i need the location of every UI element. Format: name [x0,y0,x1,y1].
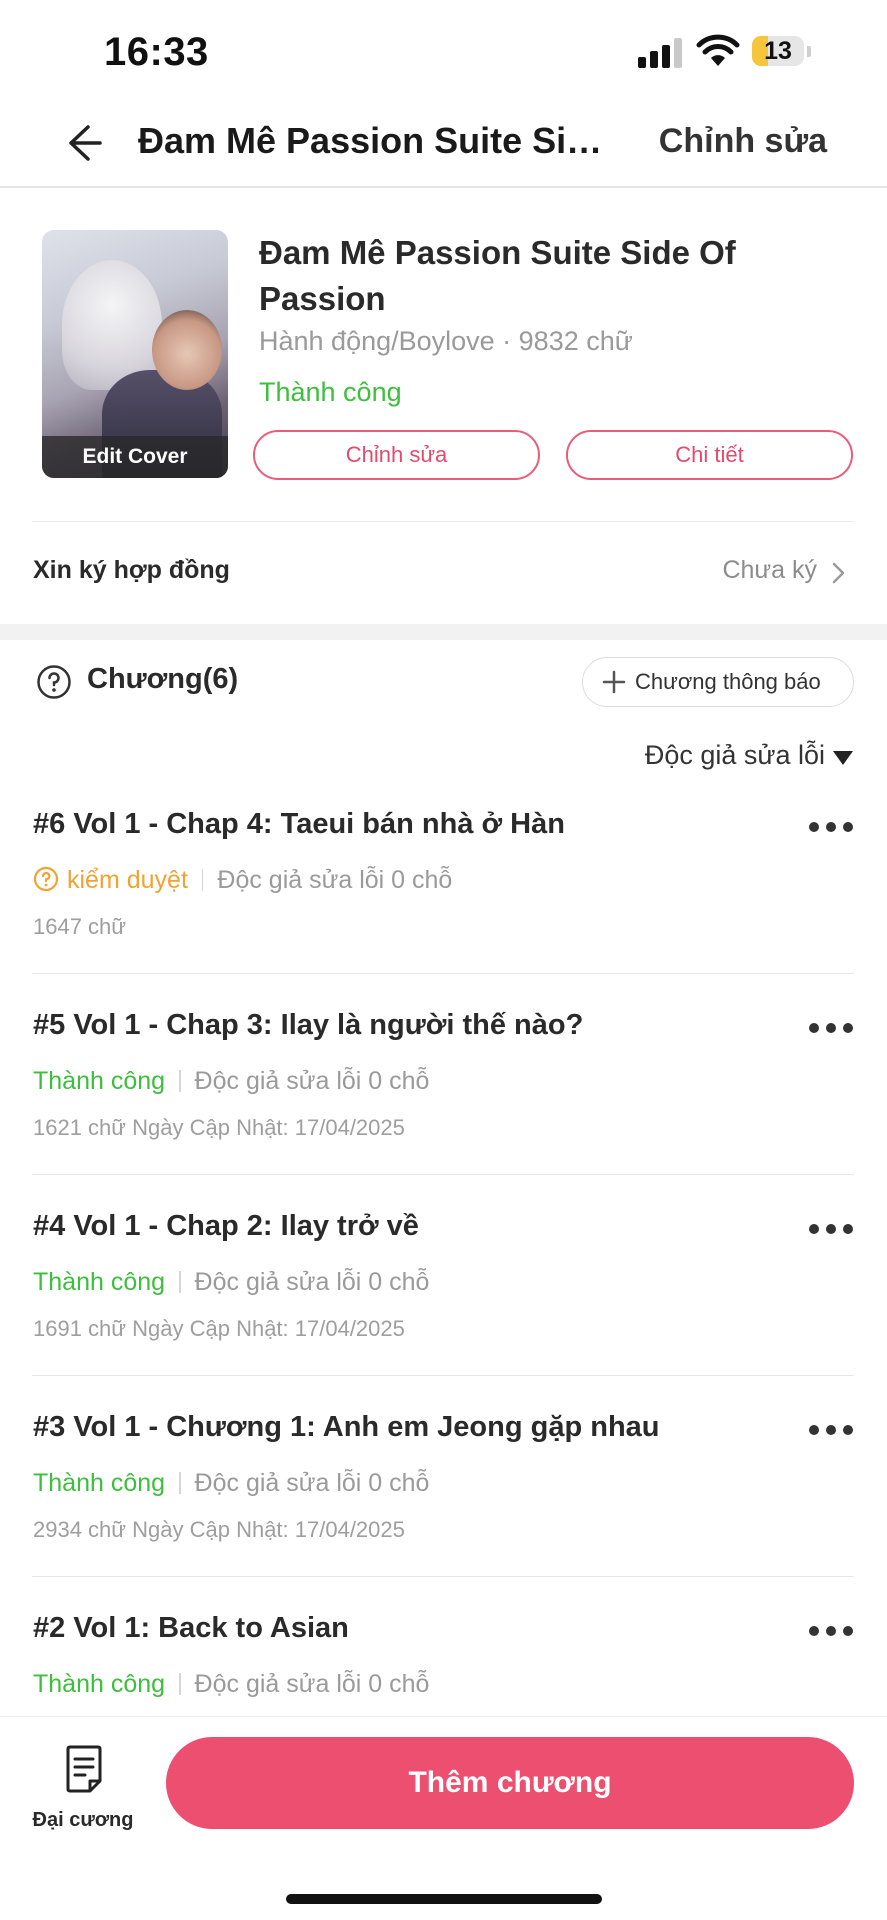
more-icon[interactable] [809,1224,853,1236]
edit-cover-label[interactable]: Edit Cover [42,436,228,478]
chapter-info: 2934 chữ Ngày Cập Nhật: 17/04/2025 [33,1517,405,1542]
chapter-status-row: Thành công Độc giả sửa lỗi 0 chỗ [33,1067,429,1096]
chapter-status-row: Thành công Độc giả sửa lỗi 0 chỗ [33,1469,429,1498]
chapter-item[interactable]: #6 Vol 1 - Chap 4: Taeui bán nhà ở Hàn k… [0,808,887,1008]
chapter-fixes: Độc giả sửa lỗi 0 chỗ [217,866,453,894]
caret-down-icon [833,750,853,765]
battery-cap [807,46,811,57]
edit-book-button[interactable]: Chỉnh sửa [253,430,540,480]
chapter-fixes: Độc giả sửa lỗi 0 chỗ [194,1670,430,1698]
outline-label: Đại cương [32,1809,134,1831]
chapter-item[interactable]: #3 Vol 1 - Chương 1: Anh em Jeong gặp nh… [0,1411,887,1611]
chapter-name: #6 Vol 1 - Chap 4: Taeui bán nhà ở Hàn [33,808,565,840]
bottom-bar: Đại cương Thêm chương [0,1716,887,1920]
more-icon[interactable] [809,1425,853,1437]
sort-dropdown[interactable]: Độc giả sửa lỗi [645,740,853,776]
pending-review-icon [33,866,59,892]
chapter-info: 1621 chữ Ngày Cập Nhật: 17/04/2025 [33,1115,405,1140]
cellular-signal-icon [638,38,684,68]
divider [32,1576,854,1577]
cover-art [152,310,222,390]
chapter-name: #3 Vol 1 - Chương 1: Anh em Jeong gặp nh… [33,1411,660,1443]
book-status: Thành công [259,377,402,407]
detail-button[interactable]: Chi tiết [566,430,853,480]
chapter-item[interactable]: #5 Vol 1 - Chap 3: Ilay là người thế nào… [0,1009,887,1209]
battery-icon: 13 [752,36,804,66]
book-cover[interactable]: Edit Cover [42,230,228,478]
outline-button[interactable]: Đại cương [28,1745,138,1845]
divider [32,1174,854,1175]
book-meta: Hành động/Boylove · 9832 chữ [259,326,633,356]
more-icon[interactable] [809,822,853,834]
status-time: 16:33 [104,30,209,74]
home-indicator [286,1894,602,1904]
back-arrow-icon[interactable] [58,118,108,168]
chapter-fixes: Độc giả sửa lỗi 0 chỗ [194,1469,430,1497]
chapter-name: #5 Vol 1 - Chap 3: Ilay là người thế nào… [33,1009,584,1041]
chapter-status: kiểm duyệt [67,866,188,894]
announcement-chapter-button[interactable]: Chương thông báo [582,657,854,707]
contract-status: Chưa ký [722,556,817,584]
battery-level: 13 [764,37,792,65]
section-separator [0,624,887,640]
chapter-status: Thành công [33,1268,166,1296]
nav-bar: Đam Mê Passion Suite Side... Chỉnh sửa [0,100,887,188]
wifi-icon [696,34,740,66]
add-chapter-button[interactable]: Thêm chương [166,1737,854,1829]
more-icon[interactable] [809,1023,853,1035]
chapter-fixes: Độc giả sửa lỗi 0 chỗ [194,1268,430,1296]
chapter-section-title: Chương(6) [87,663,239,695]
chapter-status: Thành công [33,1067,166,1095]
status-bar: 16:33 13 [0,0,887,100]
page-title: Đam Mê Passion Suite Side... [138,120,618,161]
divider [32,973,854,974]
announcement-chapter-label: Chương thông báo [635,669,821,694]
contract-row[interactable]: Xin ký hợp đồng Chưa ký [0,522,887,622]
divider [32,1375,854,1376]
sort-label: Độc giả sửa lỗi [644,740,825,770]
help-icon[interactable] [36,664,72,700]
chapter-info: 1691 chữ Ngày Cập Nhật: 17/04/2025 [33,1316,405,1341]
chapter-item[interactable]: #2 Vol 1: Back to Asian Thành công Độc gi… [0,1612,887,1716]
edit-link[interactable]: Chỉnh sửa [659,122,827,161]
chapter-name: #4 Vol 1 - Chap 2: Ilay trở về [33,1210,419,1242]
plus-icon [602,670,626,694]
chapter-name: #2 Vol 1: Back to Asian [33,1612,349,1644]
chevron-right-icon [832,562,845,584]
chapter-status: Thành công [33,1469,166,1497]
outline-document-icon [66,1745,102,1793]
book-title: Đam Mê Passion Suite Side Of Passion [259,234,736,317]
chapter-status-row: Thành công Độc giả sửa lỗi 0 chỗ [33,1670,429,1699]
chapter-item[interactable]: #4 Vol 1 - Chap 2: Ilay trở về Thành côn… [0,1210,887,1410]
chapter-info: 1647 chữ [33,914,127,939]
contract-label: Xin ký hợp đồng [33,556,230,584]
chapter-status-row: Thành công Độc giả sửa lỗi 0 chỗ [33,1268,429,1297]
chapter-fixes: Độc giả sửa lỗi 0 chỗ [194,1067,430,1095]
chapter-status-row: kiểm duyệt Độc giả sửa lỗi 0 chỗ [33,866,452,895]
chapter-status: Thành công [33,1670,166,1698]
more-icon[interactable] [809,1626,853,1638]
